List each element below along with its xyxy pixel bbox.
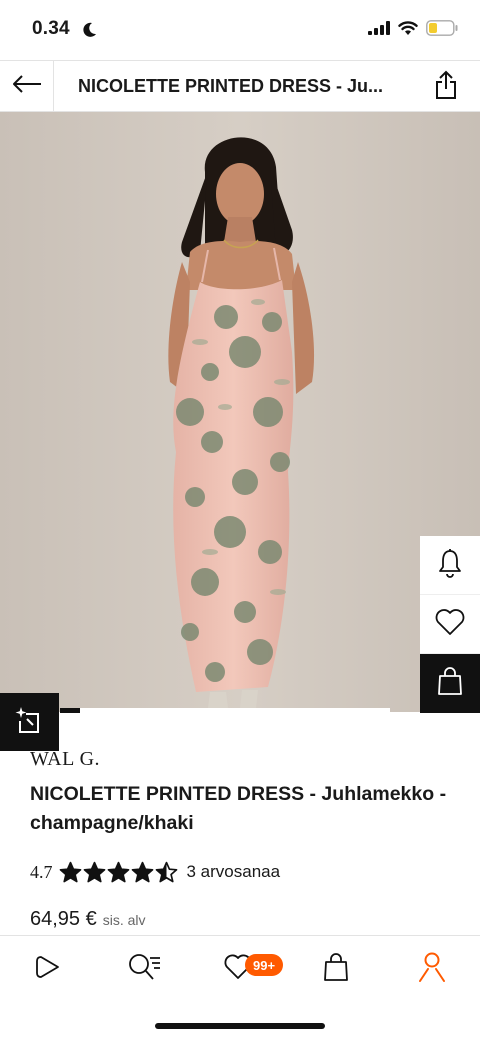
signal-icon — [368, 21, 390, 40]
bag-icon — [323, 952, 349, 987]
star-icon — [131, 861, 153, 883]
gallery-progress-fill — [60, 708, 80, 713]
wishlist-button[interactable] — [420, 595, 480, 654]
star-icon — [83, 861, 105, 883]
product-image[interactable] — [0, 112, 480, 712]
wifi-icon — [398, 20, 418, 41]
status-icons — [368, 20, 458, 41]
page-title: NICOLETTE PRINTED DRESS - Ju... — [78, 76, 384, 96]
brand-name[interactable]: WAL G. — [30, 748, 100, 771]
status-time: 0.34 — [32, 18, 70, 39]
moon-icon — [83, 22, 97, 43]
header: NICOLETTE PRINTED DRESS - Ju... — [0, 60, 480, 112]
nav-account[interactable] — [412, 950, 452, 988]
product-photo — [0, 112, 480, 712]
star-icon — [155, 861, 177, 883]
arrow-left-icon — [12, 74, 42, 99]
gallery-progress — [60, 708, 390, 713]
rating-count: 3 arvosanaa — [186, 862, 281, 881]
add-to-bag-button[interactable] — [420, 654, 480, 713]
tax-note: sis. alv — [102, 912, 146, 928]
battery-icon — [426, 20, 458, 41]
notify-button[interactable] — [420, 536, 480, 595]
star-icon — [59, 861, 81, 883]
star-icon — [107, 861, 129, 883]
home-indicator — [155, 1023, 325, 1029]
search-icon — [127, 952, 161, 987]
side-actions — [420, 536, 480, 713]
similar-items-icon — [15, 705, 45, 740]
status-bar: 0.34 — [0, 0, 480, 60]
nav-home[interactable] — [28, 950, 68, 988]
rating-stars — [59, 861, 178, 883]
wishlist-count-badge: 99+ — [245, 954, 284, 976]
share-button[interactable] — [430, 70, 462, 104]
product-title: NICOLETTE PRINTED DRESS - Juhlamekko - c… — [30, 783, 447, 834]
user-icon — [418, 951, 446, 988]
back-button[interactable] — [0, 61, 54, 112]
find-similar-button[interactable] — [0, 693, 59, 751]
rating-value: 4.7 — [30, 861, 53, 882]
nav-search[interactable] — [124, 950, 164, 988]
bell-icon — [438, 548, 462, 583]
heart-icon — [434, 608, 466, 641]
rating-row[interactable]: 4.7 3 arvosanaa — [30, 861, 280, 883]
play-icon — [34, 953, 62, 986]
price-row: 64,95 € sis. alv — [30, 908, 146, 931]
nav-bag[interactable] — [316, 950, 356, 988]
share-icon — [434, 70, 458, 105]
bag-icon — [437, 666, 463, 701]
price: 64,95 € — [30, 908, 97, 930]
